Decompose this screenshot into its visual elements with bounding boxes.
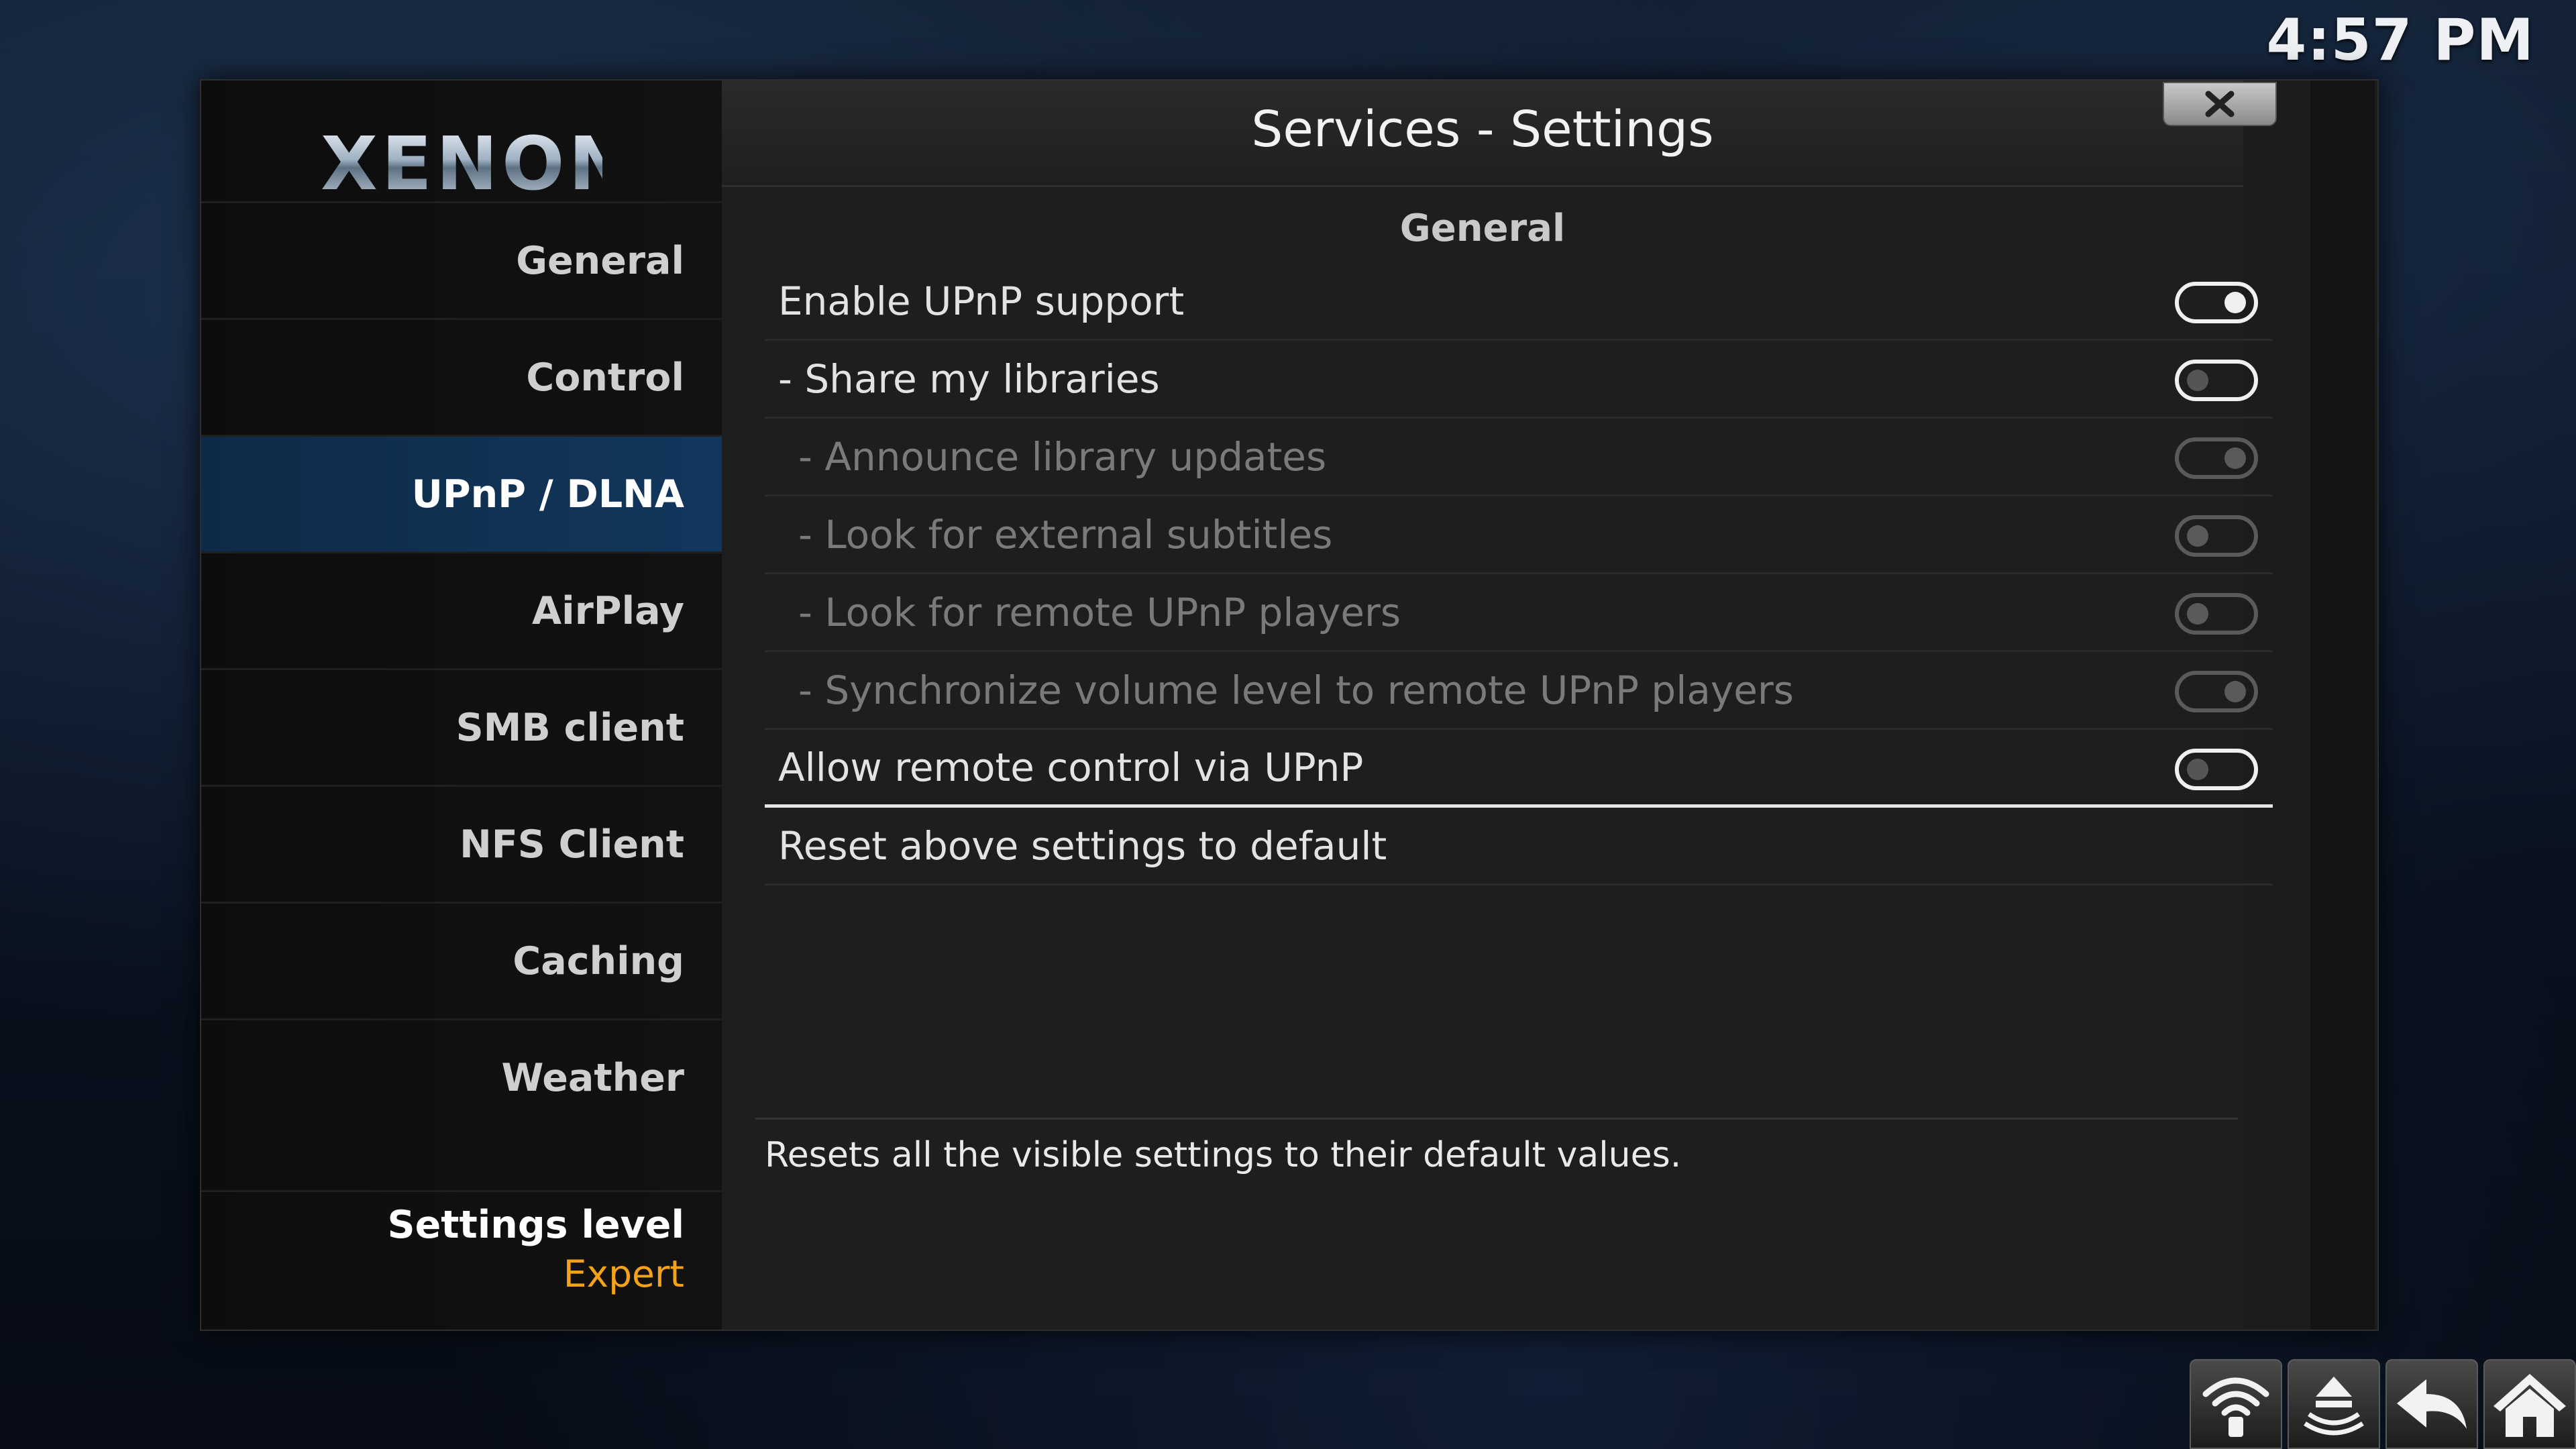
toggle-switch [2175, 671, 2258, 712]
sidebar-item-airplay[interactable]: AirPlay [201, 551, 722, 668]
setting-enable-upnp[interactable]: Enable UPnP support [765, 263, 2273, 341]
scrollbar-track [2310, 80, 2375, 1330]
setting-label: - Synchronize volume level to remote UPn… [798, 667, 1794, 713]
sidebar-item-caching[interactable]: Caching [201, 902, 722, 1018]
setting-label: - Look for external subtitles [798, 511, 1333, 557]
wifi-network-icon [2202, 1377, 2269, 1437]
toggle-knob [2187, 759, 2208, 780]
toggle-switch [2175, 437, 2258, 479]
clock: 4:57 PM [2266, 7, 2534, 74]
setting-external-subtitles: - Look for external subtitles [765, 496, 2273, 574]
toggle-switch[interactable] [2175, 282, 2258, 323]
reset-settings-button[interactable]: Reset above settings to default [765, 808, 2273, 885]
window-title: Services - Settings [1251, 101, 1714, 158]
toggle-knob [2224, 447, 2246, 469]
toggle-switch[interactable] [2175, 360, 2258, 401]
setting-label: - Look for remote UPnP players [798, 589, 1401, 635]
home-icon [2493, 1374, 2566, 1437]
setting-label: - Announce library updates [798, 433, 1327, 480]
setting-share-libraries[interactable]: - Share my libraries [765, 341, 2273, 419]
toggle-knob [2187, 525, 2208, 547]
settings-window: XENON General Control UPnP / DLNA AirPla… [200, 79, 2379, 1331]
sidebar-nav: General Control UPnP / DLNA AirPlay SMB … [201, 201, 722, 1135]
setting-description: Resets all the visible settings to their… [765, 1135, 1682, 1175]
setting-remote-control-upnp[interactable]: Allow remote control via UPnP [765, 730, 2273, 808]
xenon-logo: XENON [321, 121, 635, 207]
setting-label: Allow remote control via UPnP [778, 744, 1364, 790]
toggle-switch [2175, 593, 2258, 635]
sidebar-item-nfs-client[interactable]: NFS Client [201, 785, 722, 902]
sidebar-item-general[interactable]: General [201, 201, 722, 318]
eject-icon [2304, 1377, 2364, 1436]
reset-label: Reset above settings to default [778, 822, 1387, 869]
toggle-switch [2175, 515, 2258, 557]
section-heading: General [1399, 207, 1566, 250]
settings-list: Enable UPnP support - Share my libraries… [765, 263, 2273, 885]
close-icon [2205, 91, 2235, 117]
home-button[interactable] [2483, 1359, 2576, 1449]
bottom-toolbar [2190, 1359, 2576, 1449]
settings-level-label: Settings level [387, 1203, 684, 1247]
settings-level-button[interactable]: Settings level Expert [201, 1190, 722, 1324]
toggle-switch[interactable] [2175, 749, 2258, 790]
sidebar-item-upnp-dlna[interactable]: UPnP / DLNA [201, 435, 722, 551]
setting-label: - Share my libraries [778, 356, 1160, 402]
back-icon [2397, 1379, 2467, 1429]
settings-level-value: Expert [563, 1252, 684, 1295]
toggle-knob [2187, 603, 2208, 625]
toggle-knob [2224, 292, 2246, 313]
toggle-knob [2187, 370, 2208, 391]
close-button[interactable] [2163, 82, 2277, 126]
back-button[interactable] [2385, 1359, 2478, 1449]
description-divider [755, 1118, 2238, 1120]
toggle-knob [2224, 681, 2246, 702]
sidebar: XENON General Control UPnP / DLNA AirPla… [201, 80, 722, 1330]
sidebar-item-weather[interactable]: Weather [201, 1018, 722, 1135]
settings-panel: Services - Settings General Enable UPnP … [722, 80, 2273, 1330]
setting-remote-upnp-players: - Look for remote UPnP players [765, 574, 2273, 652]
sidebar-item-control[interactable]: Control [201, 318, 722, 435]
setting-label: Enable UPnP support [778, 278, 1185, 324]
setting-announce-library-updates: - Announce library updates [765, 419, 2273, 496]
setting-sync-volume: - Synchronize volume level to remote UPn… [765, 652, 2273, 730]
sidebar-item-smb-client[interactable]: SMB client [201, 668, 722, 785]
network-button[interactable] [2190, 1359, 2282, 1449]
eject-button[interactable] [2288, 1359, 2380, 1449]
panel-header: Services - Settings [722, 80, 2243, 187]
